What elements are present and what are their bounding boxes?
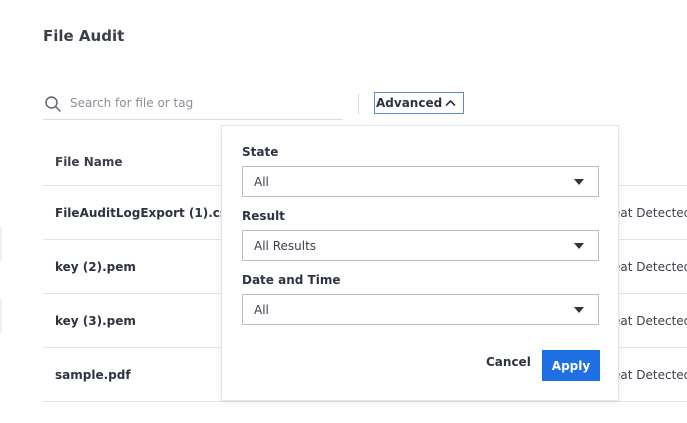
search-bar [43,88,343,120]
result-cell: eat Detected [613,260,687,274]
apply-button[interactable]: Apply [542,350,600,381]
file-name-cell[interactable]: key (2).pem [55,260,136,274]
date-time-select[interactable]: All [242,294,599,325]
state-label: State [242,145,279,159]
advanced-button-label: Advanced [376,96,443,110]
caret-down-icon [574,179,584,185]
caret-down-icon [574,307,584,313]
toolbar-divider [358,94,359,114]
search-input[interactable] [70,92,335,114]
result-cell: eat Detected [613,314,687,328]
search-icon [45,96,61,112]
chevron-up-icon [445,100,456,106]
date-time-select-value: All [254,303,269,317]
state-select-value: All [254,175,269,189]
page-title: File Audit [43,27,125,45]
row-edge-marker [0,227,2,261]
advanced-filter-button[interactable]: Advanced [374,92,464,114]
caret-down-icon [574,243,584,249]
file-name-cell[interactable]: FileAuditLogExport (1).csv [55,206,235,220]
result-select[interactable]: All Results [242,230,599,261]
file-name-cell[interactable]: sample.pdf [55,368,131,382]
file-name-cell[interactable]: key (3).pem [55,314,136,328]
file-audit-page: File Audit Advanced File Name FileAuditL… [0,0,687,423]
result-cell: eat Detected [613,368,687,382]
cancel-button[interactable]: Cancel [486,355,531,369]
result-label: Result [242,209,285,223]
advanced-filter-panel: State All Result All Results Date and Ti… [221,125,619,401]
date-time-label: Date and Time [242,273,341,287]
state-select[interactable]: All [242,166,599,197]
column-header-file-name[interactable]: File Name [55,155,123,169]
result-select-value: All Results [254,239,317,253]
result-cell: eat Detected [613,206,687,220]
row-edge-marker [0,299,2,333]
